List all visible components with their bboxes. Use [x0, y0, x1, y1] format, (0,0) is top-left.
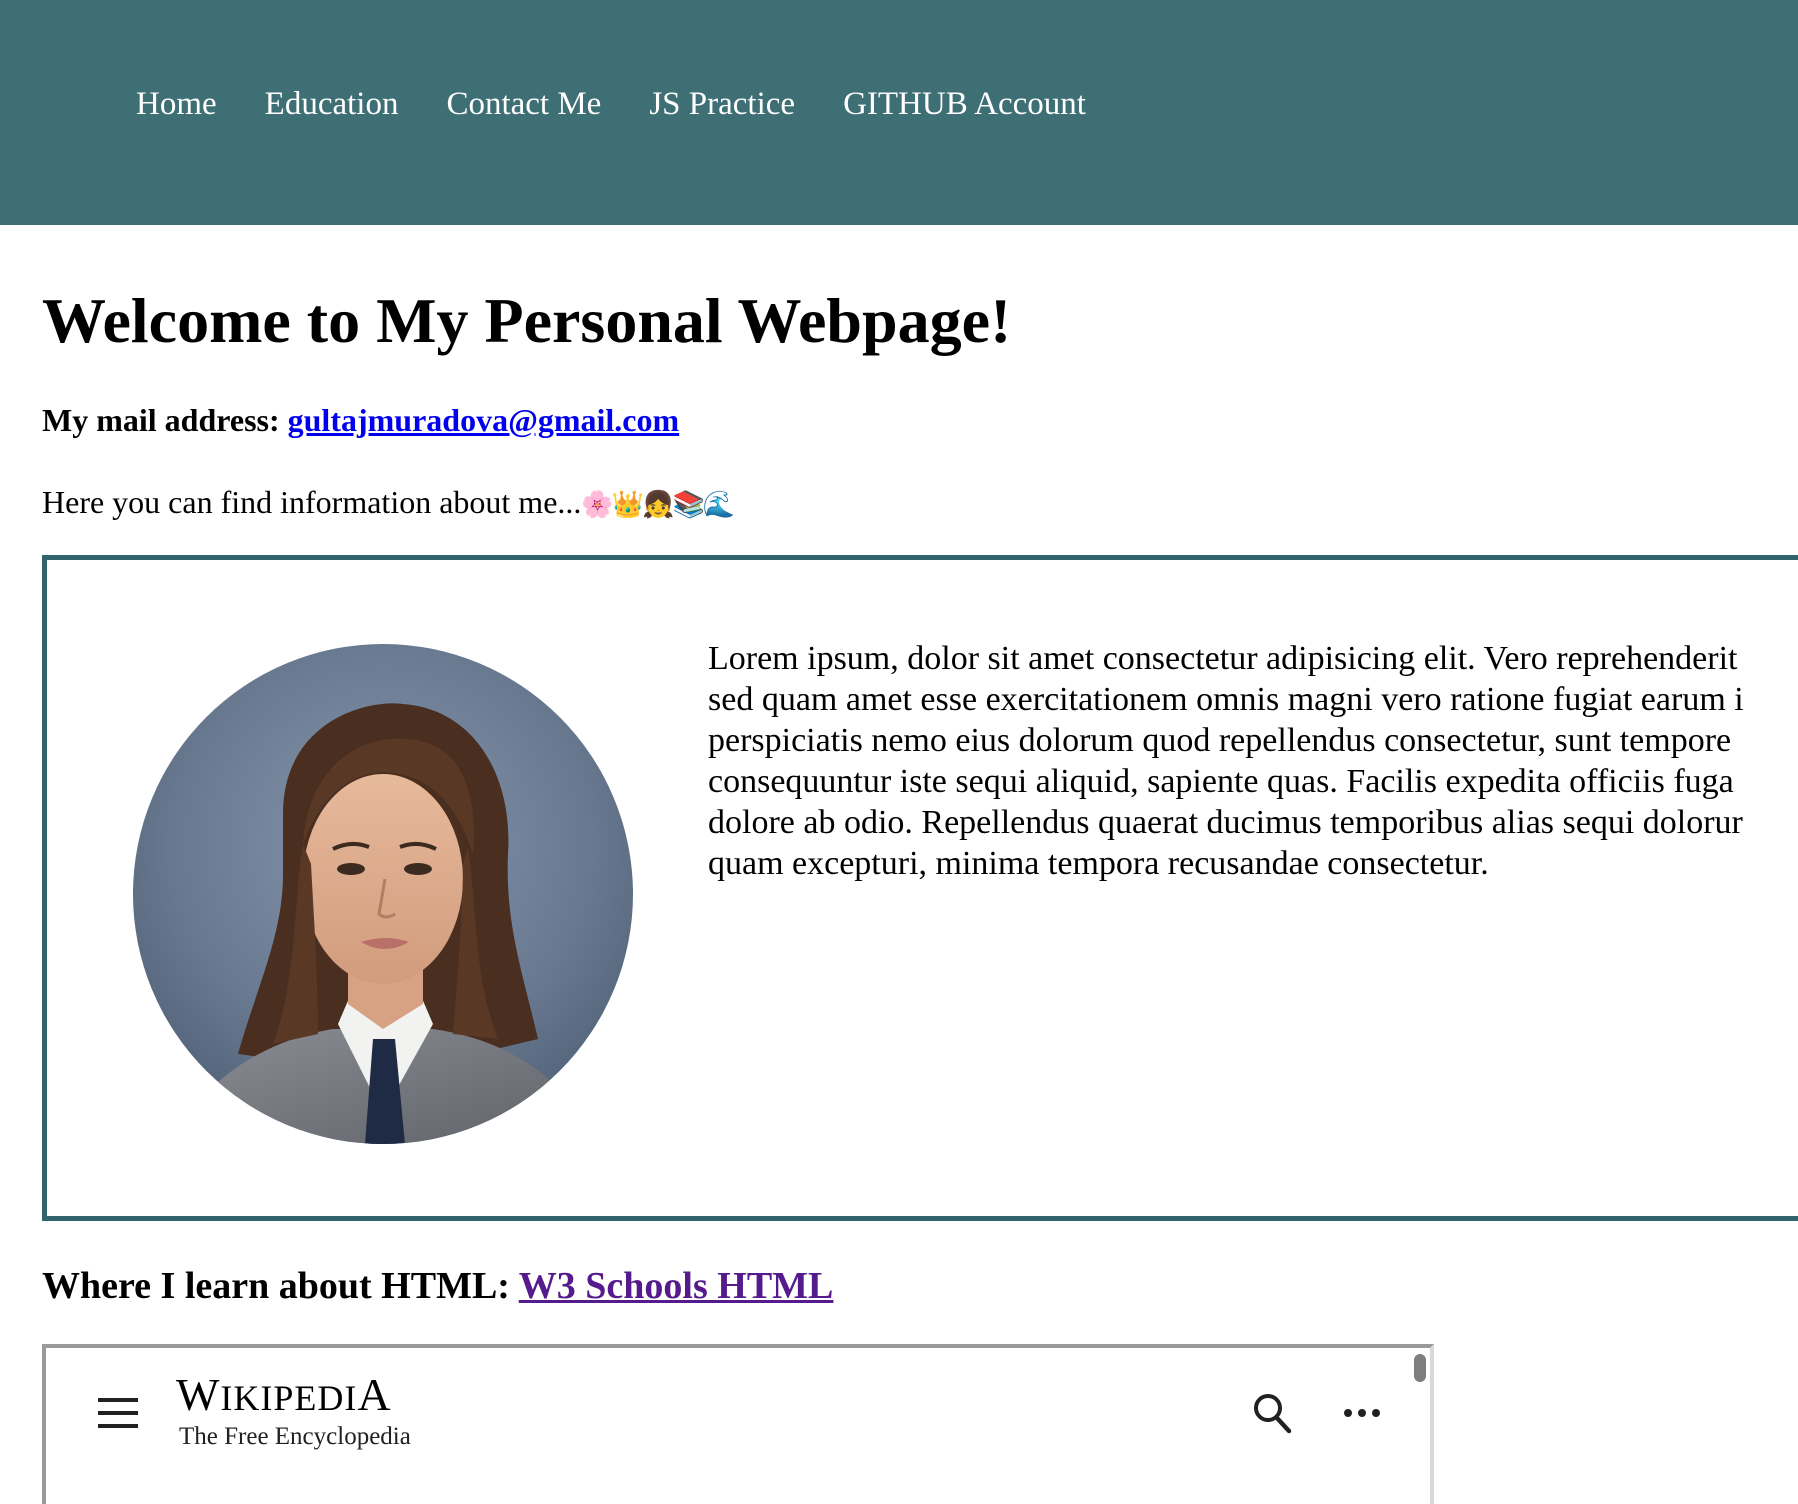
profile-photo — [133, 644, 633, 1144]
page-title: Welcome to My Personal Webpage! — [42, 285, 1012, 356]
wikipedia-tagline: The Free Encyclopedia — [179, 1423, 411, 1450]
nav-link-contact-me[interactable]: Contact Me — [446, 82, 601, 126]
wikipedia-logo[interactable]: WIKIPEDIA The Free Encyclopedia — [176, 1370, 411, 1451]
nav-link-education[interactable]: Education — [265, 82, 399, 126]
nav-link-home[interactable]: Home — [136, 82, 217, 126]
intro-text: Here you can find information about me..… — [42, 481, 735, 526]
learn-html-line: Where I learn about HTML: W3 Schools HTM… — [42, 1262, 833, 1310]
intro-label: Here you can find information about me..… — [42, 484, 582, 520]
mail-address-line: My mail address: gultajmuradova@gmail.co… — [42, 399, 679, 441]
about-line: sed quam amet esse exercitationem omnis … — [708, 681, 1744, 718]
about-section: Lorem ipsum, dolor sit amet consectetur … — [42, 555, 1798, 1221]
main-nav: Home Education Contact Me JS Practice GI… — [136, 82, 1086, 126]
email-link[interactable]: gultajmuradova@gmail.com — [288, 402, 680, 438]
intro-emojis: 🌸👑👧📚🌊 — [581, 490, 735, 520]
about-line: Lorem ipsum, dolor sit amet consectetur … — [708, 640, 1738, 677]
menu-icon[interactable] — [98, 1398, 138, 1428]
about-line: quam excepturi, minima tempora recusanda… — [708, 845, 1489, 882]
search-icon[interactable] — [1252, 1392, 1292, 1434]
frame-scrollbar-thumb[interactable] — [1414, 1354, 1426, 1382]
about-paragraph: Lorem ipsum, dolor sit amet consectetur … — [708, 638, 1798, 884]
mail-label: My mail address: — [42, 402, 280, 438]
about-line: dolore ab odio. Repellendus quaerat duci… — [708, 804, 1743, 841]
nav-link-github-account[interactable]: GITHUB Account — [843, 82, 1086, 126]
about-line: consequuntur iste sequi aliquid, sapient… — [708, 763, 1734, 800]
learn-label: Where I learn about HTML: — [42, 1265, 510, 1307]
top-navigation-bar: Home Education Contact Me JS Practice GI… — [0, 0, 1798, 225]
wikipedia-wordmark: WIKIPEDIA — [176, 1369, 392, 1420]
about-line: perspiciatis nemo eius dolorum quod repe… — [708, 722, 1732, 759]
w3schools-link[interactable]: W3 Schools HTML — [519, 1265, 834, 1307]
nav-link-js-practice[interactable]: JS Practice — [649, 82, 795, 126]
more-icon[interactable] — [1342, 1406, 1382, 1418]
embedded-wikipedia-frame[interactable]: WIKIPEDIA The Free Encyclopedia — [42, 1344, 1434, 1504]
